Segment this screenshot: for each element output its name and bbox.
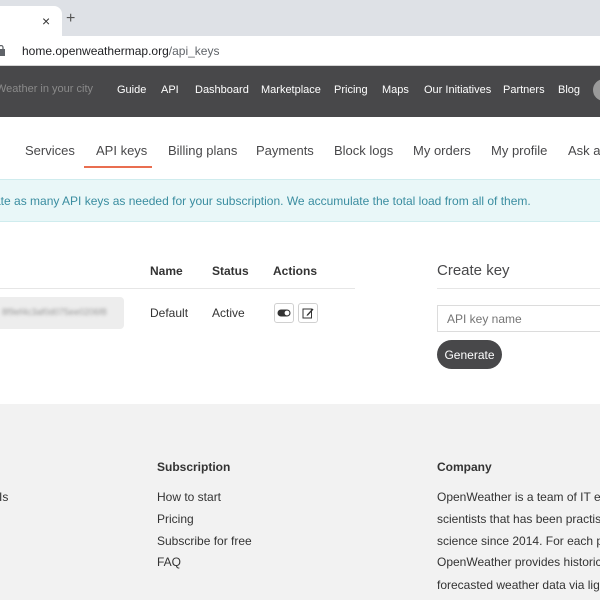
close-tab-icon[interactable]: × [42,12,50,30]
tab-billing-plans[interactable]: Billing plans [168,143,237,158]
info-banner: ate as many API keys as needed for your … [0,179,600,222]
url-path: /api_keys [168,44,220,58]
account-subnav: Services API keys Billing plans Payments… [0,117,600,179]
footer-link-pricing[interactable]: Pricing [157,512,194,526]
city-search-input[interactable]: Weather in your city [0,83,93,95]
avatar[interactable] [593,79,600,101]
company-description-line: forecasted weather data via light [437,578,600,592]
api-key-value[interactable]: 8f9ef4c3af0d075ee0206f8 [0,297,124,329]
info-banner-text: ate as many API keys as needed for your … [0,194,531,208]
footer-link-how-to-start[interactable]: How to start [157,490,221,504]
company-description-line: OpenWeather provides historical [437,555,600,569]
url-host: home.openweathermap.org [22,44,169,58]
footer-heading-company: Company [437,460,492,474]
tab-my-orders[interactable]: My orders [413,143,471,158]
api-key-name: Default [150,306,189,320]
nav-item-dashboard[interactable]: Dashboard [195,84,249,96]
create-key-title: Create key [437,262,510,279]
main-nav: Weather in your city Guide API Dashboard… [0,66,600,117]
nav-item-blog[interactable]: Blog [558,84,580,96]
nav-item-pricing[interactable]: Pricing [334,84,368,96]
tab-block-logs[interactable]: Block logs [334,143,393,158]
footer-heading-subscription: Subscription [157,460,231,474]
edit-key-button[interactable] [298,303,318,323]
company-description-line: scientists that has been practisin [437,512,600,526]
url-text[interactable]: home.openweathermap.org/api_keys [22,44,219,58]
footer-link-subscribe-for-free[interactable]: Subscribe for free [157,534,252,548]
status-badge: Active [212,306,245,320]
tab-ask-a-question[interactable]: Ask a [568,143,600,158]
tab-api-keys[interactable]: API keys [96,143,147,158]
nav-item-marketplace[interactable]: Marketplace [261,84,321,96]
table-divider [0,288,355,289]
column-header-status: Status [212,264,249,278]
footer-link-faq[interactable]: FAQ [157,555,181,569]
footer-link-partial[interactable]: Is [0,490,8,504]
address-bar[interactable]: home.openweathermap.org/api_keys [0,36,600,66]
browser-tab-bar: × + [0,0,600,36]
edit-icon [302,308,314,319]
new-tab-icon[interactable]: + [66,10,75,28]
nav-item-maps[interactable]: Maps [382,84,409,96]
toggle-icon [277,309,291,317]
nav-item-guide[interactable]: Guide [117,84,146,96]
column-header-name: Name [150,264,183,278]
api-key-text: 8f9ef4c3af0d075ee0206f8 [2,307,107,317]
nav-item-partners[interactable]: Partners [503,84,545,96]
company-description-line: OpenWeather is a team of IT exp [437,490,600,504]
tab-services[interactable]: Services [25,143,75,158]
footer: Is Subscription How to start Pricing Sub… [0,404,600,600]
column-header-actions: Actions [273,264,318,278]
company-description-line: science since 2014. For each po [437,534,600,548]
tab-payments[interactable]: Payments [256,143,314,158]
tab-my-profile[interactable]: My profile [491,143,547,158]
create-key-divider [437,288,600,289]
toggle-key-button[interactable] [274,303,294,323]
lock-icon [0,45,5,56]
active-tab-indicator [84,166,152,168]
api-key-name-input[interactable] [437,305,600,332]
nav-item-our-initiatives[interactable]: Our Initiatives [424,84,491,96]
generate-button[interactable]: Generate [437,340,502,369]
nav-item-api[interactable]: API [161,84,179,96]
browser-tab[interactable]: × [0,6,62,36]
